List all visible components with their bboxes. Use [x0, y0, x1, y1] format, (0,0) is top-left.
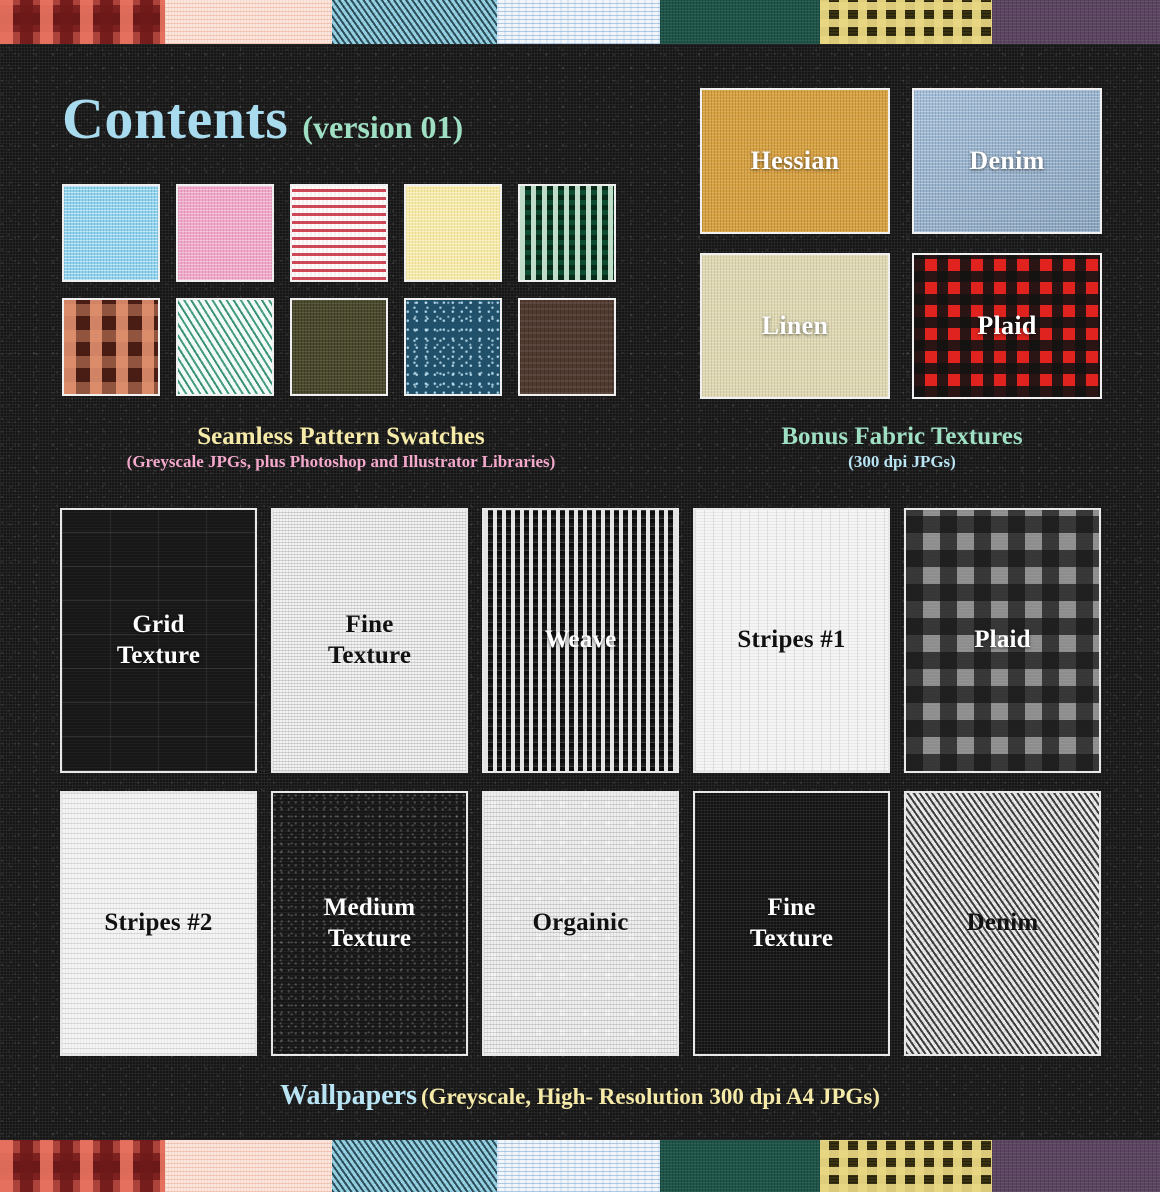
strip-band-gold-check [820, 0, 992, 44]
strip-band-gold-check [820, 1140, 992, 1192]
page-title: Contents (version 01) [62, 90, 463, 148]
swatches-caption-title: Seamless Pattern Swatches [197, 423, 485, 450]
bonus-card-label: Hessian [750, 146, 840, 175]
strip-band-dark-green [660, 0, 820, 44]
wallpaper-card-label: Plaid [974, 626, 1031, 654]
wallpaper-card-label: Medium Texture [323, 894, 416, 952]
wallpaper-card-label: Orgainic [532, 909, 629, 937]
swatch-pink-canvas[interactable] [176, 184, 274, 282]
swatches-caption-sub: (Greyscale JPGs, plus Photoshop and Illu… [126, 451, 556, 471]
swatch-light-blue-canvas[interactable] [62, 184, 160, 282]
wallpaper-card-label: Weave [544, 626, 617, 654]
wallpapers-caption-title: Wallpapers [280, 1080, 417, 1111]
bonus-caption: Bonus Fabric Textures (300 dpi JPGs) [700, 422, 1104, 472]
bonus-caption-sub: (300 dpi JPGs) [848, 451, 956, 471]
wallpaper-card-label: Fine Texture [327, 611, 412, 669]
wallpaper-card-fine-texture-light[interactable]: Fine Texture [271, 508, 468, 773]
strip-band-red-plaid [0, 1140, 165, 1192]
wallpaper-card-label: Stripes #1 [737, 626, 846, 654]
swatch-mint-white-twill[interactable] [176, 298, 274, 396]
swatch-red-white-tweed[interactable] [290, 184, 388, 282]
bonus-card-denim[interactable]: Denim [912, 88, 1102, 234]
bonus-card-hessian[interactable]: Hessian [700, 88, 890, 234]
swatch-brown-weave[interactable] [518, 298, 616, 396]
wallpaper-card-medium-texture[interactable]: Medium Texture [271, 791, 468, 1056]
wallpaper-card-label: Fine Texture [749, 894, 834, 952]
bonus-card-plaid[interactable]: Plaid [912, 253, 1102, 399]
wallpapers-caption-sub: (Greyscale, High- Resolution 300 dpi A4 … [420, 1084, 880, 1109]
strip-band-white-blue [497, 1140, 660, 1192]
bonus-caption-title: Bonus Fabric Textures [781, 423, 1023, 450]
bonus-card-linen[interactable]: Linen [700, 253, 890, 399]
swatch-rust-plaid[interactable] [62, 298, 160, 396]
swatch-olive-weave[interactable] [290, 298, 388, 396]
wallpaper-card-label: Denim [966, 909, 1039, 937]
swatches-caption: Seamless Pattern Swatches (Greyscale JPG… [62, 422, 620, 472]
strip-band-cyan-weave [332, 0, 497, 44]
wallpaper-grid: Grid Texture Fine Texture Weave Stripes … [60, 508, 1101, 1056]
swatch-pale-yellow-canvas[interactable] [404, 184, 502, 282]
wallpapers-caption: Wallpapers (Greyscale, High- Resolution … [0, 1080, 1160, 1112]
page-title-main: Contents [62, 86, 289, 151]
page-title-version: (version 01) [302, 109, 464, 145]
bonus-card-label: Linen [761, 311, 829, 340]
bonus-card-label: Denim [969, 146, 1045, 175]
swatch-teal-speckle[interactable] [404, 298, 502, 396]
strip-band-white-blue [497, 0, 660, 44]
wallpaper-card-stripes-2[interactable]: Stripes #2 [60, 791, 257, 1056]
strip-band-purple-weave [992, 1140, 1160, 1192]
wallpaper-card-organic[interactable]: Orgainic [482, 791, 679, 1056]
bonus-card-label: Plaid [977, 311, 1037, 340]
swatch-dark-green-knit[interactable] [518, 184, 616, 282]
seamless-swatch-grid [62, 184, 616, 396]
strip-band-peach-weave [165, 1140, 332, 1192]
wallpaper-card-denim[interactable]: Denim [904, 791, 1101, 1056]
strip-band-red-plaid [0, 0, 165, 44]
strip-band-purple-weave [992, 0, 1160, 44]
strip-band-dark-green [660, 1140, 820, 1192]
wallpaper-card-label: Grid Texture [116, 611, 201, 669]
bonus-fabric-grid: Hessian Denim Linen Plaid [700, 88, 1102, 399]
wallpaper-card-plaid[interactable]: Plaid [904, 508, 1101, 773]
bottom-fabric-strip [0, 1140, 1160, 1192]
top-fabric-strip [0, 0, 1160, 44]
wallpaper-card-label: Stripes #2 [104, 909, 213, 937]
strip-band-peach-weave [165, 0, 332, 44]
wallpaper-card-grid-texture[interactable]: Grid Texture [60, 508, 257, 773]
wallpaper-card-weave[interactable]: Weave [482, 508, 679, 773]
wallpaper-card-fine-texture-dark[interactable]: Fine Texture [693, 791, 890, 1056]
wallpaper-card-stripes-1[interactable]: Stripes #1 [693, 508, 890, 773]
strip-band-cyan-weave [332, 1140, 497, 1192]
